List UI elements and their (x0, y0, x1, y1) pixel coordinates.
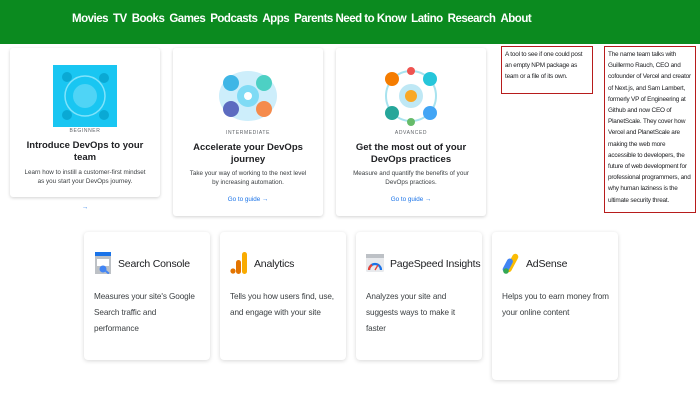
product-card-analytics[interactable]: Analytics Tells you how users find, use,… (220, 232, 346, 360)
go-to-guide-link[interactable]: Go to guide → (173, 196, 323, 203)
product-card-adsense[interactable]: AdSense Helps you to earn money from you… (492, 232, 618, 380)
product-description: Measures your site's Google Search traff… (94, 292, 195, 333)
level-label: BEGINNER (69, 128, 101, 134)
product-title: AdSense (526, 258, 568, 270)
note-large: The name team talks with Guillermo Rauch… (604, 46, 696, 213)
card-description: Learn how to instill a customer-first mi… (24, 169, 146, 185)
pagespeed-icon (366, 252, 384, 274)
team-illustration-icon (53, 65, 117, 127)
nav-item-about[interactable]: About (500, 13, 531, 25)
search-console-icon (94, 252, 112, 275)
nav-item-tv[interactable]: TV (113, 13, 127, 25)
card-title: Get the most out of your DevOps practice… (355, 142, 467, 165)
team-illustration-icon (379, 65, 443, 127)
nav-links: Movies TV Books Games Podcasts Apps Pare… (72, 13, 536, 25)
nav-item-podcasts[interactable]: Podcasts (210, 13, 258, 25)
card-description: Take your way of working to the next lev… (189, 170, 307, 186)
nav-item-books[interactable]: Books (132, 13, 165, 25)
card-description: Measure and quantify the benefits of you… (353, 170, 469, 186)
product-card-search-console[interactable]: Search Console Measures your site's Goog… (84, 232, 210, 360)
product-title: PageSpeed Insights (390, 258, 481, 270)
note-large-text: The name team talks with Guillermo Rauch… (608, 51, 691, 204)
product-description: Tells you how users find, use, and engag… (230, 292, 334, 317)
note-small-text: A tool to see if one could post an empty… (505, 51, 583, 81)
nav-item-latino[interactable]: Latino (411, 13, 443, 25)
analytics-icon (230, 252, 248, 274)
adsense-icon (502, 252, 520, 274)
go-to-guide-link[interactable]: → (10, 204, 160, 211)
go-to-guide-link[interactable]: Go to guide → (336, 196, 486, 203)
devops-card-intermediate[interactable]: INTERMEDIATE Accelerate your DevOps jour… (173, 48, 323, 216)
devops-card-beginner[interactable]: BEGINNER Introduce DevOps to your team L… (10, 48, 160, 211)
product-card-pagespeed[interactable]: PageSpeed Insights Analyzes your site an… (356, 232, 482, 360)
product-description: Analyzes your site and suggests ways to … (366, 292, 456, 333)
product-description: Helps you to earn money from your online… (502, 292, 609, 317)
nav-item-research[interactable]: Research (448, 13, 496, 25)
product-title: Search Console (118, 258, 190, 270)
level-label: ADVANCED (394, 130, 428, 136)
devops-card-advanced[interactable]: ADVANCED Get the most out of your DevOps… (336, 48, 486, 216)
nav-item-apps[interactable]: Apps (262, 13, 289, 25)
level-label: INTERMEDIATE (225, 130, 271, 136)
top-nav-bar: Movies TV Books Games Podcasts Apps Pare… (0, 0, 700, 44)
team-illustration-icon (216, 65, 280, 127)
card-title: Accelerate your DevOps journey (193, 142, 303, 165)
card-title: Introduce DevOps to your team (26, 140, 144, 163)
nav-item-parents-need-to-know[interactable]: Parents Need to Know (294, 13, 407, 25)
product-title: Analytics (254, 258, 295, 270)
note-small: A tool to see if one could post an empty… (501, 46, 593, 94)
nav-item-movies[interactable]: Movies (72, 13, 109, 25)
nav-item-games[interactable]: Games (169, 13, 205, 25)
